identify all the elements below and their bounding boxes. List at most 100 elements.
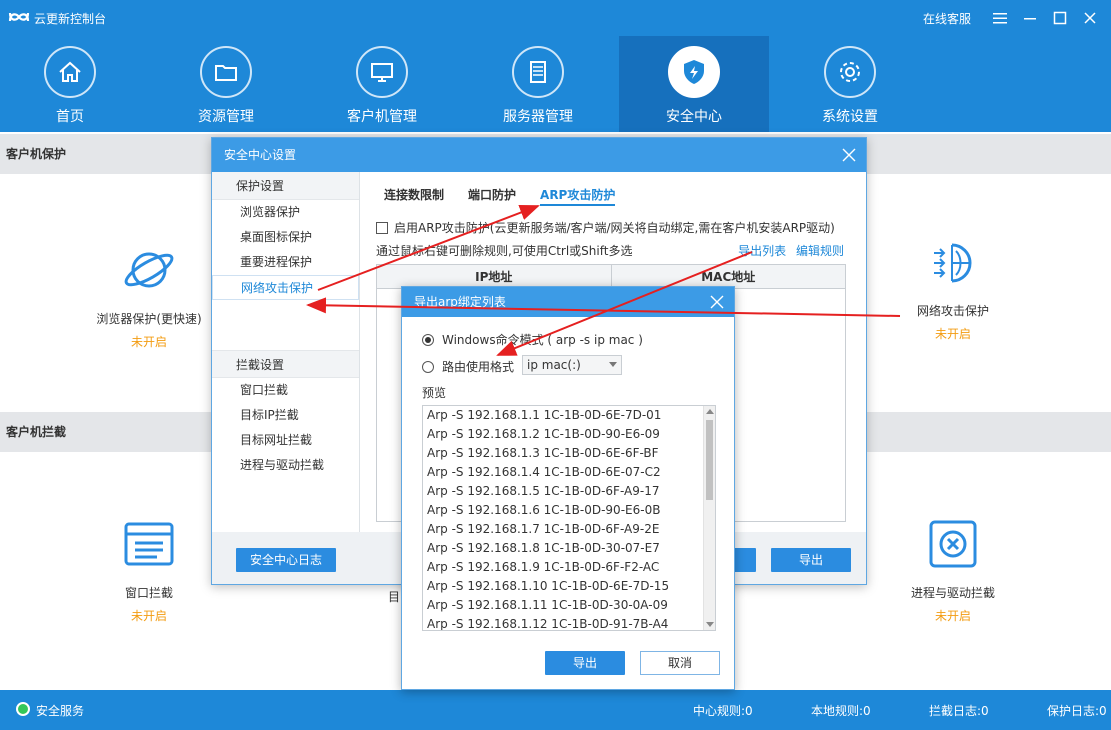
feature-label: 窗口拦截 [124, 586, 173, 600]
shield-icon [668, 46, 720, 98]
cancel-button[interactable]: 取消 [640, 651, 720, 675]
feature-target-partial-label: 目 [388, 590, 401, 604]
scroll-up-arrow-icon[interactable] [706, 409, 714, 414]
export-confirm-button[interactable]: 导出 [545, 651, 625, 675]
preview-scrollbar[interactable] [703, 406, 715, 630]
service-status-icon [16, 702, 30, 716]
preview-textarea[interactable]: Arp -S 192.168.1.1 1C-1B-0D-6E-7D-01 Arp… [422, 405, 716, 631]
feature-status: 未开启 [934, 609, 971, 623]
scrollbar-thumb[interactable] [706, 420, 713, 500]
nav-label: 系统设置 [822, 109, 878, 125]
nav-label: 资源管理 [198, 109, 254, 125]
enable-arp-checkbox-row[interactable]: 启用ARP攻击防护(云更新服务端/客户端/网关将自动绑定,需在客户机安装ARP驱… [376, 219, 835, 236]
folder-icon [200, 46, 252, 98]
windows-mode-label: Windows命令模式 ( arp -s ip mac ) [442, 333, 643, 347]
nav-home[interactable]: 首页 [0, 36, 145, 132]
window-icon [119, 514, 179, 574]
dialog-title-bar: 导出arp绑定列表 [402, 287, 734, 317]
server-icon [512, 46, 564, 98]
sidebar-item-desktop-icon-protection[interactable]: 桌面图标保护 [212, 225, 359, 250]
export-arp-dialog: 导出arp绑定列表 Windows命令模式 ( arp -s ip mac ) … [401, 286, 735, 690]
sidebar-item-window-block[interactable]: 窗口拦截 [212, 378, 359, 403]
router-format-option[interactable]: 路由使用格式 [422, 358, 514, 375]
close-button[interactable] [1077, 8, 1103, 28]
nav-resource-management[interactable]: 资源管理 [151, 36, 301, 132]
enable-arp-label: 启用ARP攻击防护(云更新服务端/客户端/网关将自动绑定,需在客户机安装ARP驱… [394, 221, 835, 235]
preview-line: Arp -S 192.168.1.11 1C-1B-0D-30-0A-09 [427, 598, 668, 612]
preview-label: 预览 [422, 386, 447, 400]
windows-mode-radio[interactable] [422, 333, 434, 346]
group-block-settings: 拦截设置 [212, 350, 359, 378]
online-service-link[interactable]: 在线客服 [923, 10, 971, 27]
title-bar: 云更新控制台 在线客服 [0, 0, 1111, 36]
tab-port-protection[interactable]: 端口防护 [468, 186, 516, 206]
monitor-icon [356, 46, 408, 98]
scroll-down-arrow-icon[interactable] [706, 622, 714, 627]
feature-browser-protection[interactable]: 浏览器保护(更快速) 未开启 [74, 240, 224, 350]
nav-client-management[interactable]: 客户机管理 [307, 36, 457, 132]
sidebar-item-browser-protection[interactable]: 浏览器保护 [212, 200, 359, 225]
edit-rules-link[interactable]: 编辑规则 [796, 244, 844, 258]
close-icon[interactable] [708, 293, 726, 311]
maximize-button[interactable] [1047, 8, 1073, 28]
sidebar-item-process-protection[interactable]: 重要进程保护 [212, 250, 359, 275]
preview-line: Arp -S 192.168.1.7 1C-1B-0D-6F-A9-2E [427, 522, 660, 536]
close-icon[interactable] [840, 146, 858, 164]
chevron-down-icon [609, 362, 617, 367]
router-format-value: ip mac(:) [527, 358, 581, 372]
router-format-select[interactable]: ip mac(:) [522, 355, 622, 375]
preview-line: Arp -S 192.168.1.2 1C-1B-0D-90-E6-09 [427, 427, 660, 441]
security-log-button[interactable]: 安全中心日志 [236, 548, 336, 572]
status-bar: 安全服务 中心规则:0 本地规则:0 拦截日志:0 保护日志:0 [0, 690, 1111, 730]
dialog-title: 导出arp绑定列表 [414, 295, 506, 309]
block-log-count[interactable]: 拦截日志:0 [929, 702, 989, 719]
tab-arp-protection[interactable]: ARP攻击防护 [540, 186, 616, 206]
column-header-ip[interactable]: IP地址 [377, 265, 612, 288]
router-format-radio[interactable] [422, 360, 434, 373]
preview-line: Arp -S 192.168.1.3 1C-1B-0D-6E-6F-BF [427, 446, 659, 460]
dialog-title-bar: 安全中心设置 [212, 138, 866, 172]
dialog-title: 安全中心设置 [224, 148, 297, 162]
column-header-mac[interactable]: MAC地址 [612, 265, 846, 288]
feature-status: 未开启 [130, 335, 167, 349]
preview-line: Arp -S 192.168.1.10 1C-1B-0D-6E-7D-15 [427, 579, 670, 593]
minimize-button[interactable] [1017, 8, 1043, 28]
planet-icon [119, 240, 179, 300]
feature-status: 未开启 [130, 609, 167, 623]
export-list-link[interactable]: 导出列表 [738, 244, 786, 258]
group-protection-settings: 保护设置 [212, 172, 359, 200]
hint-text: 通过鼠标右键可删除规则,可使用Ctrl或Shift多选 [376, 244, 633, 258]
feature-network-attack-protection[interactable]: 网络攻击保护 未开启 [878, 232, 1028, 342]
feature-label: 网络攻击保护 [916, 304, 989, 318]
windows-mode-option[interactable]: Windows命令模式 ( arp -s ip mac ) [422, 331, 643, 348]
nav-label: 安全中心 [666, 109, 722, 125]
feature-process-driver-block[interactable]: 进程与驱动拦截 未开启 [878, 514, 1028, 624]
sidebar-item-network-attack-protection[interactable]: 网络攻击保护 [212, 275, 359, 300]
nav-system-settings[interactable]: 系统设置 [775, 36, 925, 132]
menu-icon [993, 13, 1007, 24]
enable-arp-checkbox[interactable] [376, 221, 388, 234]
home-icon [44, 46, 96, 98]
export-button[interactable]: 导出 [771, 548, 851, 572]
preview-line: Arp -S 192.168.1.5 1C-1B-0D-6F-A9-17 [427, 484, 660, 498]
maximize-icon [1053, 11, 1067, 25]
feature-window-block[interactable]: 窗口拦截 未开启 [74, 514, 224, 624]
protect-log-count[interactable]: 保护日志:0 [1047, 702, 1107, 719]
nav-security-center[interactable]: 安全中心 [619, 36, 769, 132]
sidebar-item-target-url-block[interactable]: 目标网址拦截 [212, 428, 359, 453]
feature-label: 浏览器保护(更快速) [96, 312, 202, 326]
app-title: 云更新控制台 [34, 12, 107, 26]
local-rules-count[interactable]: 本地规则:0 [811, 702, 871, 719]
table-actions: 导出列表 编辑规则 [732, 242, 844, 259]
sidebar-item-process-driver-block[interactable]: 进程与驱动拦截 [212, 453, 359, 478]
gear-icon [824, 46, 876, 98]
router-format-label: 路由使用格式 [442, 360, 515, 374]
tab-connection-limit[interactable]: 连接数限制 [384, 186, 444, 206]
preview-line: Arp -S 192.168.1.9 1C-1B-0D-6F-F2-AC [427, 560, 660, 574]
center-rules-count[interactable]: 中心规则:0 [693, 702, 753, 719]
nav-server-management[interactable]: 服务器管理 [463, 36, 613, 132]
preview-line: Arp -S 192.168.1.12 1C-1B-0D-91-7B-A4 [427, 617, 669, 631]
menu-button[interactable] [987, 8, 1013, 28]
feature-status: 未开启 [934, 327, 971, 341]
sidebar-item-target-ip-block[interactable]: 目标IP拦截 [212, 403, 359, 428]
